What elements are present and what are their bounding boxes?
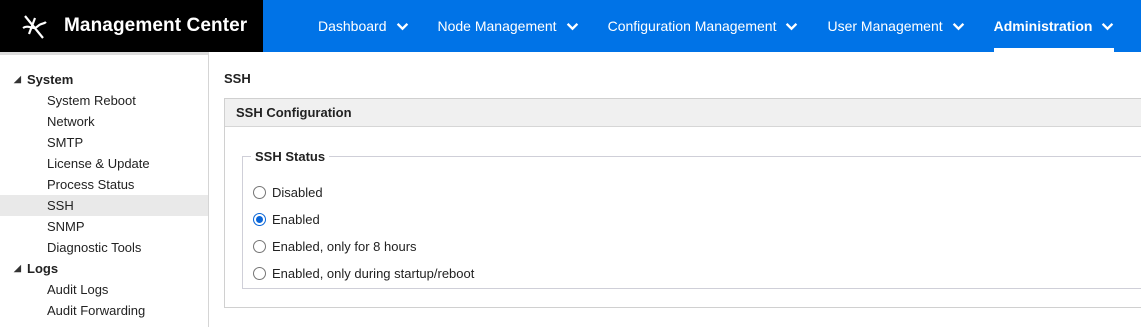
- radio-button[interactable]: [253, 240, 266, 253]
- sidebar-item-audit-forwarding[interactable]: Audit Forwarding: [0, 300, 208, 321]
- sidebar-item-snmp[interactable]: SNMP: [0, 216, 208, 237]
- chevron-down-icon: [396, 22, 408, 30]
- nav-label: Node Management: [437, 18, 557, 34]
- ssh-status-fieldset: SSH Status Disabled Enabled Enabled, onl…: [242, 149, 1141, 289]
- sidebar-item-license-update[interactable]: License & Update: [0, 153, 208, 174]
- radio-button[interactable]: [253, 186, 266, 199]
- sidebar-item-audit-logs[interactable]: Audit Logs: [0, 279, 208, 300]
- chevron-down-icon: [952, 22, 964, 30]
- sidebar-item-ssh[interactable]: SSH: [0, 195, 208, 216]
- sidebar-item-network[interactable]: Network: [0, 111, 208, 132]
- nav-label: Dashboard: [318, 18, 387, 34]
- radio-label: Enabled: [272, 212, 320, 227]
- sidebar-item-diagnostic-tools[interactable]: Diagnostic Tools: [0, 237, 208, 258]
- radio-label: Disabled: [272, 185, 323, 200]
- main-nav: Dashboard Node Management Configuration …: [263, 0, 1115, 52]
- nav-node-management[interactable]: Node Management: [438, 0, 579, 52]
- nav-label: Administration: [993, 18, 1093, 34]
- nav-configuration-management[interactable]: Configuration Management: [608, 0, 799, 52]
- main-content: SSH SSH Configuration SSH Status Disable…: [209, 55, 1141, 327]
- radio-option-disabled[interactable]: Disabled: [253, 185, 323, 200]
- top-bar: Management Center Dashboard Node Managem…: [0, 0, 1141, 52]
- tree-group-label: Logs: [27, 261, 59, 276]
- tree-group-logs[interactable]: ◢ Logs: [0, 258, 208, 279]
- fieldset-legend: SSH Status: [255, 149, 326, 164]
- radio-label: Enabled, only during startup/reboot: [272, 266, 475, 281]
- radio-option-enabled-8-hours[interactable]: Enabled, only for 8 hours: [253, 239, 417, 254]
- radio-button[interactable]: [253, 267, 266, 280]
- nav-label: Configuration Management: [607, 18, 777, 34]
- app-title: Management Center: [64, 15, 248, 36]
- sidebar-tree: ◢ System System Reboot Network SMTP Lice…: [0, 52, 209, 327]
- nav-user-management[interactable]: User Management: [827, 0, 964, 52]
- collapse-triangle-icon[interactable]: ◢: [14, 263, 27, 274]
- collapse-triangle-icon[interactable]: ◢: [14, 74, 27, 85]
- brand-area[interactable]: Management Center: [0, 0, 263, 52]
- chevron-down-icon: [566, 22, 578, 30]
- sidebar-item-smtp[interactable]: SMTP: [0, 132, 208, 153]
- nav-administration[interactable]: Administration: [993, 0, 1115, 52]
- sidebar-item-process-status[interactable]: Process Status: [0, 174, 208, 195]
- tree-group-label: System: [27, 72, 74, 87]
- app-logo-icon: [22, 15, 47, 39]
- sidebar-item-system-reboot[interactable]: System Reboot: [0, 90, 208, 111]
- ssh-configuration-panel: SSH Configuration SSH Status Disabled En…: [224, 98, 1141, 308]
- radio-label: Enabled, only for 8 hours: [272, 239, 417, 254]
- chevron-down-icon: [786, 22, 798, 30]
- chevron-down-icon: [1102, 22, 1114, 30]
- radio-button[interactable]: [253, 213, 266, 226]
- radio-option-enabled-startup[interactable]: Enabled, only during startup/reboot: [253, 266, 474, 281]
- panel-header: SSH Configuration: [225, 99, 1141, 127]
- nav-label: User Management: [827, 18, 943, 34]
- page-title: SSH: [224, 71, 251, 86]
- radio-option-enabled[interactable]: Enabled: [253, 212, 320, 227]
- nav-dashboard[interactable]: Dashboard: [318, 0, 409, 52]
- tree-group-system[interactable]: ◢ System: [0, 69, 208, 90]
